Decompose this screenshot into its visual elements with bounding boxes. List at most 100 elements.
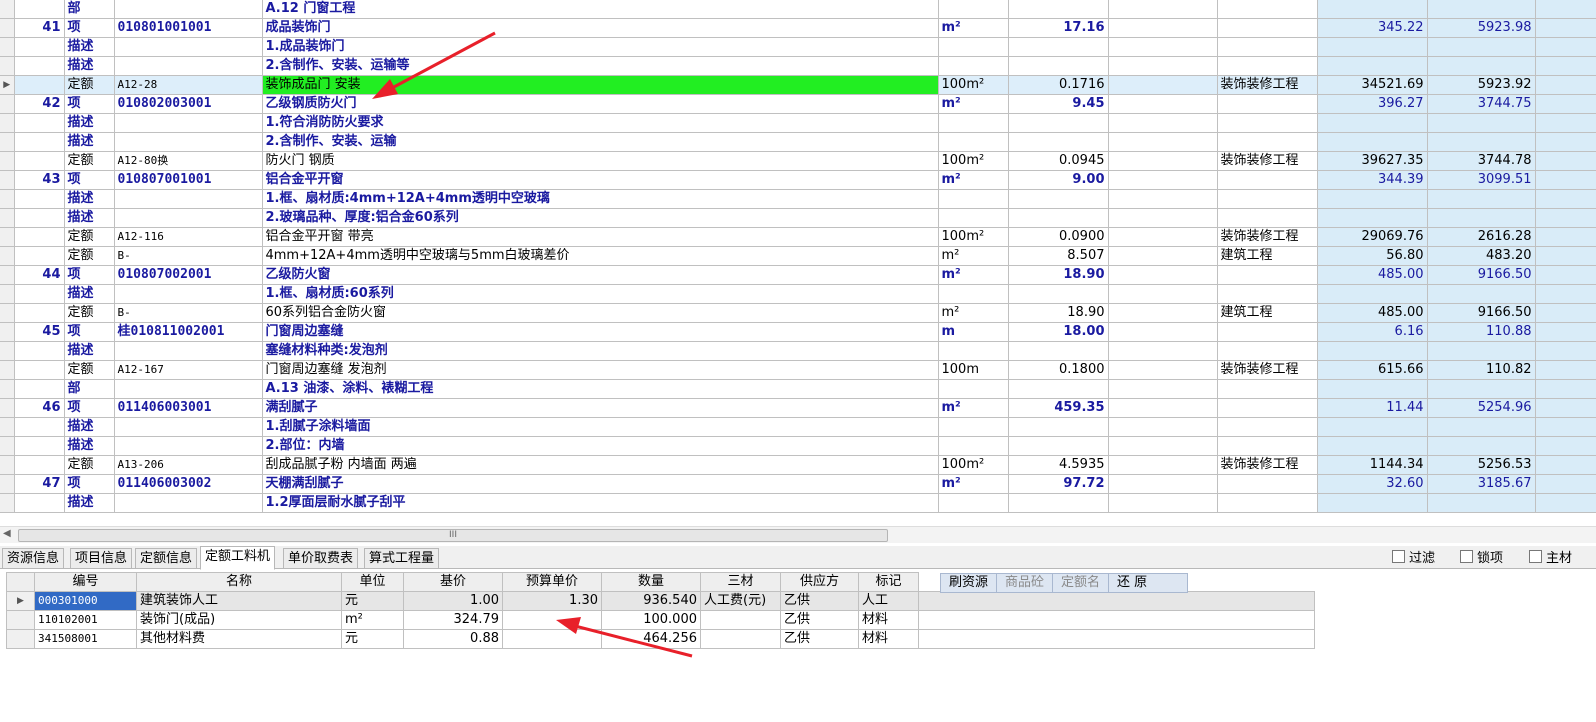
cell-name[interactable]: 1.符合消防防火要求 [262,113,939,133]
row-indicator[interactable] [0,227,15,247]
cell-mark[interactable]: 人工 [858,591,919,611]
cell-type[interactable]: 定额 [64,227,115,247]
cell-unit[interactable] [938,379,1009,399]
cell-code[interactable] [114,189,263,209]
cell-code[interactable] [114,417,263,437]
cell-base[interactable]: 1.00 [403,591,503,611]
cell-cat[interactable] [1217,18,1318,38]
cell-unit[interactable]: m² [938,398,1009,418]
description-row[interactable]: 描述 塞缝材料种类:发泡剂 [0,341,1596,361]
cell-code[interactable] [114,37,263,57]
row-indicator[interactable] [0,94,15,114]
cell-name[interactable]: 乙级钢质防火门 [262,94,939,114]
cell-name[interactable]: 4mm+12A+4mm透明中空玻璃与5mm白玻璃差价 [262,246,939,266]
cell-type[interactable]: 描述 [64,436,115,456]
cell-total[interactable]: 9166.50 [1427,265,1536,285]
tab-formula-quantity[interactable]: 算式工程量 [364,548,440,569]
cell-unit[interactable] [938,0,1009,19]
cell-code[interactable]: A13-206 [114,455,263,475]
cell-cat[interactable] [1217,170,1318,190]
cell-qty[interactable] [1008,56,1109,76]
cell-mark[interactable]: 材料 [858,610,919,630]
row-indicator[interactable] [0,18,15,38]
cell-qty[interactable]: 18.00 [1008,322,1109,342]
row-indicator[interactable] [0,360,15,380]
cell-base[interactable]: 0.88 [403,629,503,649]
cell-qty[interactable] [1008,417,1109,437]
cell-seq[interactable] [14,151,65,171]
tab-quota-info[interactable]: 定额信息 [135,548,198,569]
cell-unit[interactable]: 元 [341,591,404,611]
cell-name[interactable]: 2.含制作、安装、运输等 [262,56,939,76]
cell-seq[interactable] [14,75,65,95]
cell-seq[interactable]: 41 [14,18,65,38]
cell-unit[interactable]: 100m [938,360,1009,380]
row-indicator[interactable]: ▶ [0,75,15,95]
cell-name[interactable]: 1.刮腻子涂料墙面 [262,417,939,437]
cell-unit[interactable] [938,341,1009,361]
scrollbar-thumb[interactable]: III [18,529,888,542]
cell-price[interactable]: 29069.76 [1317,227,1428,247]
cell-code[interactable]: A12-80换 [114,151,263,171]
cell-unit[interactable]: m [938,322,1009,342]
cell-seq[interactable] [14,208,65,228]
cell-seq[interactable] [14,37,65,57]
cell-total[interactable]: 3185.67 [1427,474,1536,494]
cell-qty[interactable] [1008,284,1109,304]
cell-cat[interactable] [1217,37,1318,57]
row-indicator[interactable] [6,629,35,649]
bill-item-row[interactable]: 46 项 011406003001 满刮腻子 m² 459.35 11.44 5254.96 [0,398,1596,418]
cell-cat[interactable] [1217,322,1318,342]
cell-type[interactable]: 定额 [64,303,115,323]
cell-price[interactable] [1317,189,1428,209]
cell-cat[interactable]: 装饰装修工程 [1217,75,1318,95]
cell-total[interactable]: 3744.75 [1427,94,1536,114]
cell-total[interactable] [1427,493,1536,513]
row-indicator[interactable] [0,189,15,209]
cell-seq[interactable]: 44 [14,265,65,285]
cell-name[interactable]: A.13 油漆、涂料、裱糊工程 [262,379,939,399]
row-indicator[interactable] [0,170,15,190]
cell-name[interactable]: 1.框、扇材质:4mm+12A+4mm透明中空玻璃 [262,189,939,209]
cell-price[interactable] [1317,56,1428,76]
cell-total[interactable] [1427,56,1536,76]
row-indicator[interactable] [0,303,15,323]
cell-seq[interactable] [14,436,65,456]
cell-price[interactable] [1317,284,1428,304]
cell-unit[interactable] [938,56,1009,76]
cell-code[interactable] [114,284,263,304]
row-indicator[interactable] [6,610,35,630]
bill-item-row[interactable]: 45 项桂010811002001 门窗周边塞缝 m 18.00 6.16 110.88 [0,322,1596,342]
header-three-materials[interactable]: 三材 [700,572,781,592]
cell-cat[interactable] [1217,0,1318,19]
cell-code[interactable]: 010802003001 [114,94,263,114]
row-indicator[interactable] [0,341,15,361]
cell-unit[interactable]: m² [938,265,1009,285]
cell-type[interactable]: 描述 [64,37,115,57]
cell-total[interactable]: 5923.98 [1427,18,1536,38]
cell-code[interactable]: 011406003001 [114,398,263,418]
cell-qty[interactable]: 9.00 [1008,170,1109,190]
horizontal-scrollbar[interactable]: ◀ III [0,526,1596,543]
cell-seq[interactable] [14,379,65,399]
section-row[interactable]: 部 A.13 油漆、涂料、裱糊工程 [0,379,1596,399]
cell-qty[interactable] [1008,0,1109,19]
cell-seq[interactable]: 43 [14,170,65,190]
cell-seq[interactable] [14,493,65,513]
header-mark[interactable]: 标记 [858,572,919,592]
commercial-concrete-button[interactable]: 商品砼 [997,574,1054,592]
cell-qty[interactable] [1008,208,1109,228]
cell-price[interactable] [1317,0,1428,19]
cell-type[interactable]: 部 [64,379,115,399]
description-row[interactable]: 描述 1.框、扇材质:60系列 [0,284,1596,304]
cell-code[interactable]: 桂010811002001 [114,322,263,342]
quota-row[interactable]: 定额 A13-206 刮成品腻子粉 内墙面 两遍 100m² 4.5935 装饰装修工程 1… [0,455,1596,475]
cell-supplier[interactable]: 乙供 [780,610,859,630]
cell-cat[interactable] [1217,113,1318,133]
description-row[interactable]: 描述 2.部位：内墙 [0,436,1596,456]
cell-price[interactable] [1317,379,1428,399]
row-indicator[interactable] [0,455,15,475]
cell-unit[interactable]: m² [938,18,1009,38]
cell-unit[interactable] [938,208,1009,228]
cell-unit[interactable]: m² [938,94,1009,114]
